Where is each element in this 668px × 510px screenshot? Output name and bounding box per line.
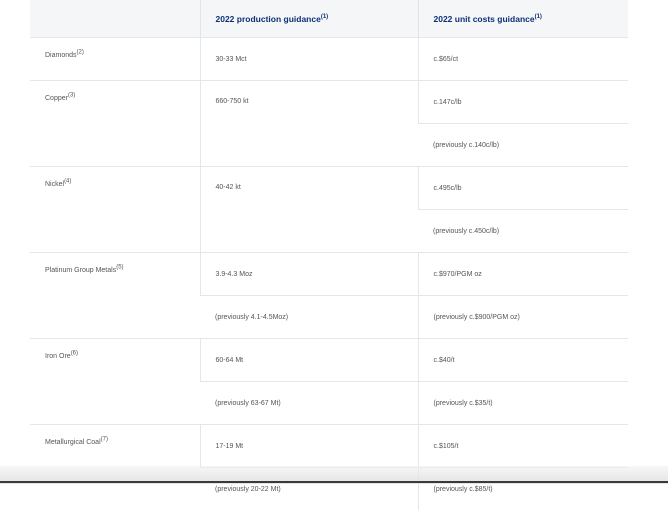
table-row: Metallurgical Coal(7) 17-19 Mt c.$105/t (30, 425, 628, 468)
production-cell: 40-42 kt (200, 167, 418, 253)
table-row: Platinum Group Metals(5) 3.9-4.3 Moz c.$… (30, 253, 628, 296)
production-cell: 3.9-4.3 Moz (200, 253, 418, 296)
production-cell: 660-750 kt (200, 81, 418, 167)
cost-cell: c.495c/lb (418, 167, 628, 210)
table-row: Iron Ore(6) 60-64 Mt c.$40/t (30, 339, 628, 382)
cost-cell: c.147c/lb (418, 81, 628, 124)
production-previous-cell: (previously 4.1-4.5Moz) (200, 296, 418, 339)
commodity-cell: Copper(3) (30, 81, 200, 167)
cost-previous-cell: (previously c.$900/PGM oz) (418, 296, 628, 339)
commodity-cell: Platinum Group Metals(5) (30, 253, 200, 339)
cost-cell: c.$65/ct (418, 38, 628, 81)
table-row: Copper(3) 660-750 kt c.147c/lb (30, 81, 628, 124)
cost-cell: c.$105/t (418, 425, 628, 468)
cost-previous-cell: (previously c.450c/lb) (418, 210, 628, 253)
production-previous-cell: (previously 63-67 Mt) (200, 382, 418, 425)
table-row: Diamonds(2) 30-33 Mct c.$65/ct (30, 38, 628, 81)
bottom-edge-line (0, 481, 668, 483)
commodity-cell: Iron Ore(6) (30, 339, 200, 425)
table-row: Nickel(4) 40-42 kt c.495c/lb (30, 167, 628, 210)
commodity-cell: Diamonds(2) (30, 38, 200, 81)
cost-previous-cell: (previously c.140c/lb) (418, 124, 628, 167)
production-cell: 30-33 Mct (200, 38, 418, 81)
header-commodity (30, 0, 200, 38)
guidance-table-container: 2022 production guidance(1) 2022 unit co… (30, 0, 628, 510)
header-production-guidance: 2022 production guidance(1) (200, 0, 418, 38)
production-cell: 60-64 Mt (200, 339, 418, 382)
cost-cell: c.$970/PGM oz (418, 253, 628, 296)
guidance-table: 2022 production guidance(1) 2022 unit co… (30, 0, 628, 510)
header-unit-costs-guidance: 2022 unit costs guidance(1) (418, 0, 628, 38)
table-header-row: 2022 production guidance(1) 2022 unit co… (30, 0, 628, 38)
cost-cell: c.$40/t (418, 339, 628, 382)
cost-previous-cell: (previously c.$35/t) (418, 382, 628, 425)
commodity-cell: Nickel(4) (30, 167, 200, 253)
production-cell: 17-19 Mt (200, 425, 418, 468)
